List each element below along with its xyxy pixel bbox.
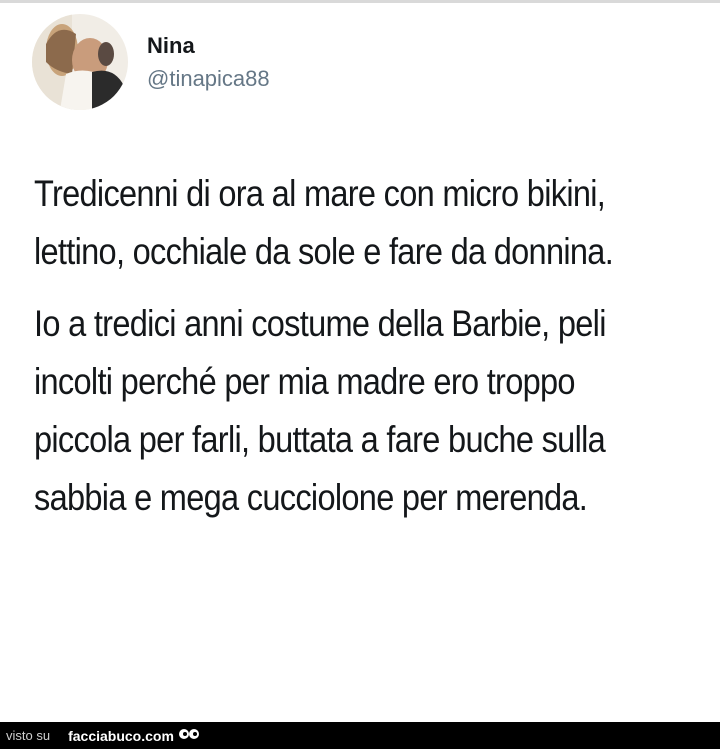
display-name[interactable]: Nina [147,33,195,59]
eyes-icon [178,727,200,744]
tweet-text: Tredicenni di ora al mare con micro biki… [34,165,624,527]
top-divider [0,0,720,3]
profile-photo-avatar-icon [32,14,128,110]
tweet-paragraph: Tredicenni di ora al mare con micro biki… [34,173,614,272]
watermark-site[interactable]: facciabuco.com [68,728,174,744]
avatar[interactable] [32,14,128,110]
watermark-bar: visto su facciabuco.com [0,722,720,749]
user-handle[interactable]: @tinapica88 [147,66,270,92]
tweet-paragraph: Io a tredici anni costume della Barbie, … [34,303,606,518]
watermark-prefix: visto su [6,728,51,743]
